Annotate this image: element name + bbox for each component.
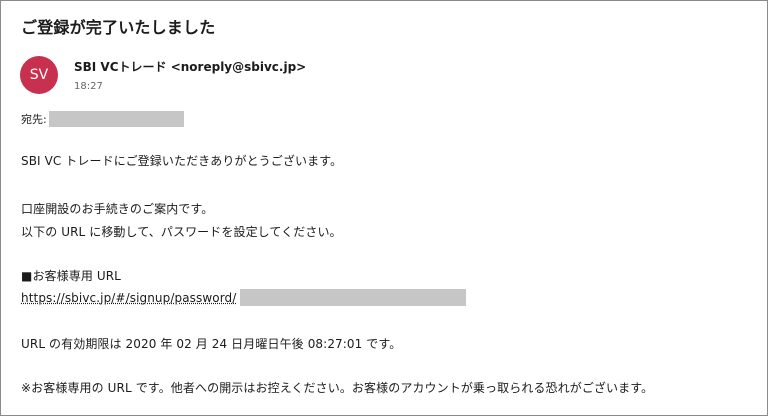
body-guide-1: 口座開設のお手続きのご案内です。	[21, 202, 214, 216]
body-notice: ※お客様専用の URL です。他者への開示はお控えください。お客様のアカウントが…	[21, 381, 654, 395]
email-subject: ご登録が完了いたしました	[21, 18, 216, 37]
sender-name[interactable]: SBI VCトレード <noreply@sbivc.jp>	[74, 58, 306, 75]
body-guide-2: 以下の URL に移動して、パスワードを設定してください。	[21, 225, 342, 239]
url-heading: ■お客様専用 URL	[21, 269, 121, 283]
body-greeting: SBI VC トレードにご登録いただきありがとうございます。	[21, 154, 343, 168]
url-row: https://sbivc.jp/#/signup/password/	[21, 289, 467, 306]
received-time: 18:27	[74, 81, 103, 92]
body-expiry: URL の有効期限は 2020 年 02 月 24 日月曜日午後 08:27:0…	[21, 337, 402, 351]
recipient-label: 宛先:	[21, 113, 47, 126]
signup-password-link[interactable]: https://sbivc.jp/#/signup/password/	[21, 291, 236, 305]
recipient-row: 宛先:	[21, 111, 184, 127]
redacted-url-token	[240, 289, 467, 306]
sender-avatar[interactable]: SV	[20, 56, 58, 94]
redacted-recipient	[48, 111, 184, 127]
email-message-pane: ご登録が完了いたしました SV SBI VCトレード <noreply@sbiv…	[0, 0, 768, 416]
